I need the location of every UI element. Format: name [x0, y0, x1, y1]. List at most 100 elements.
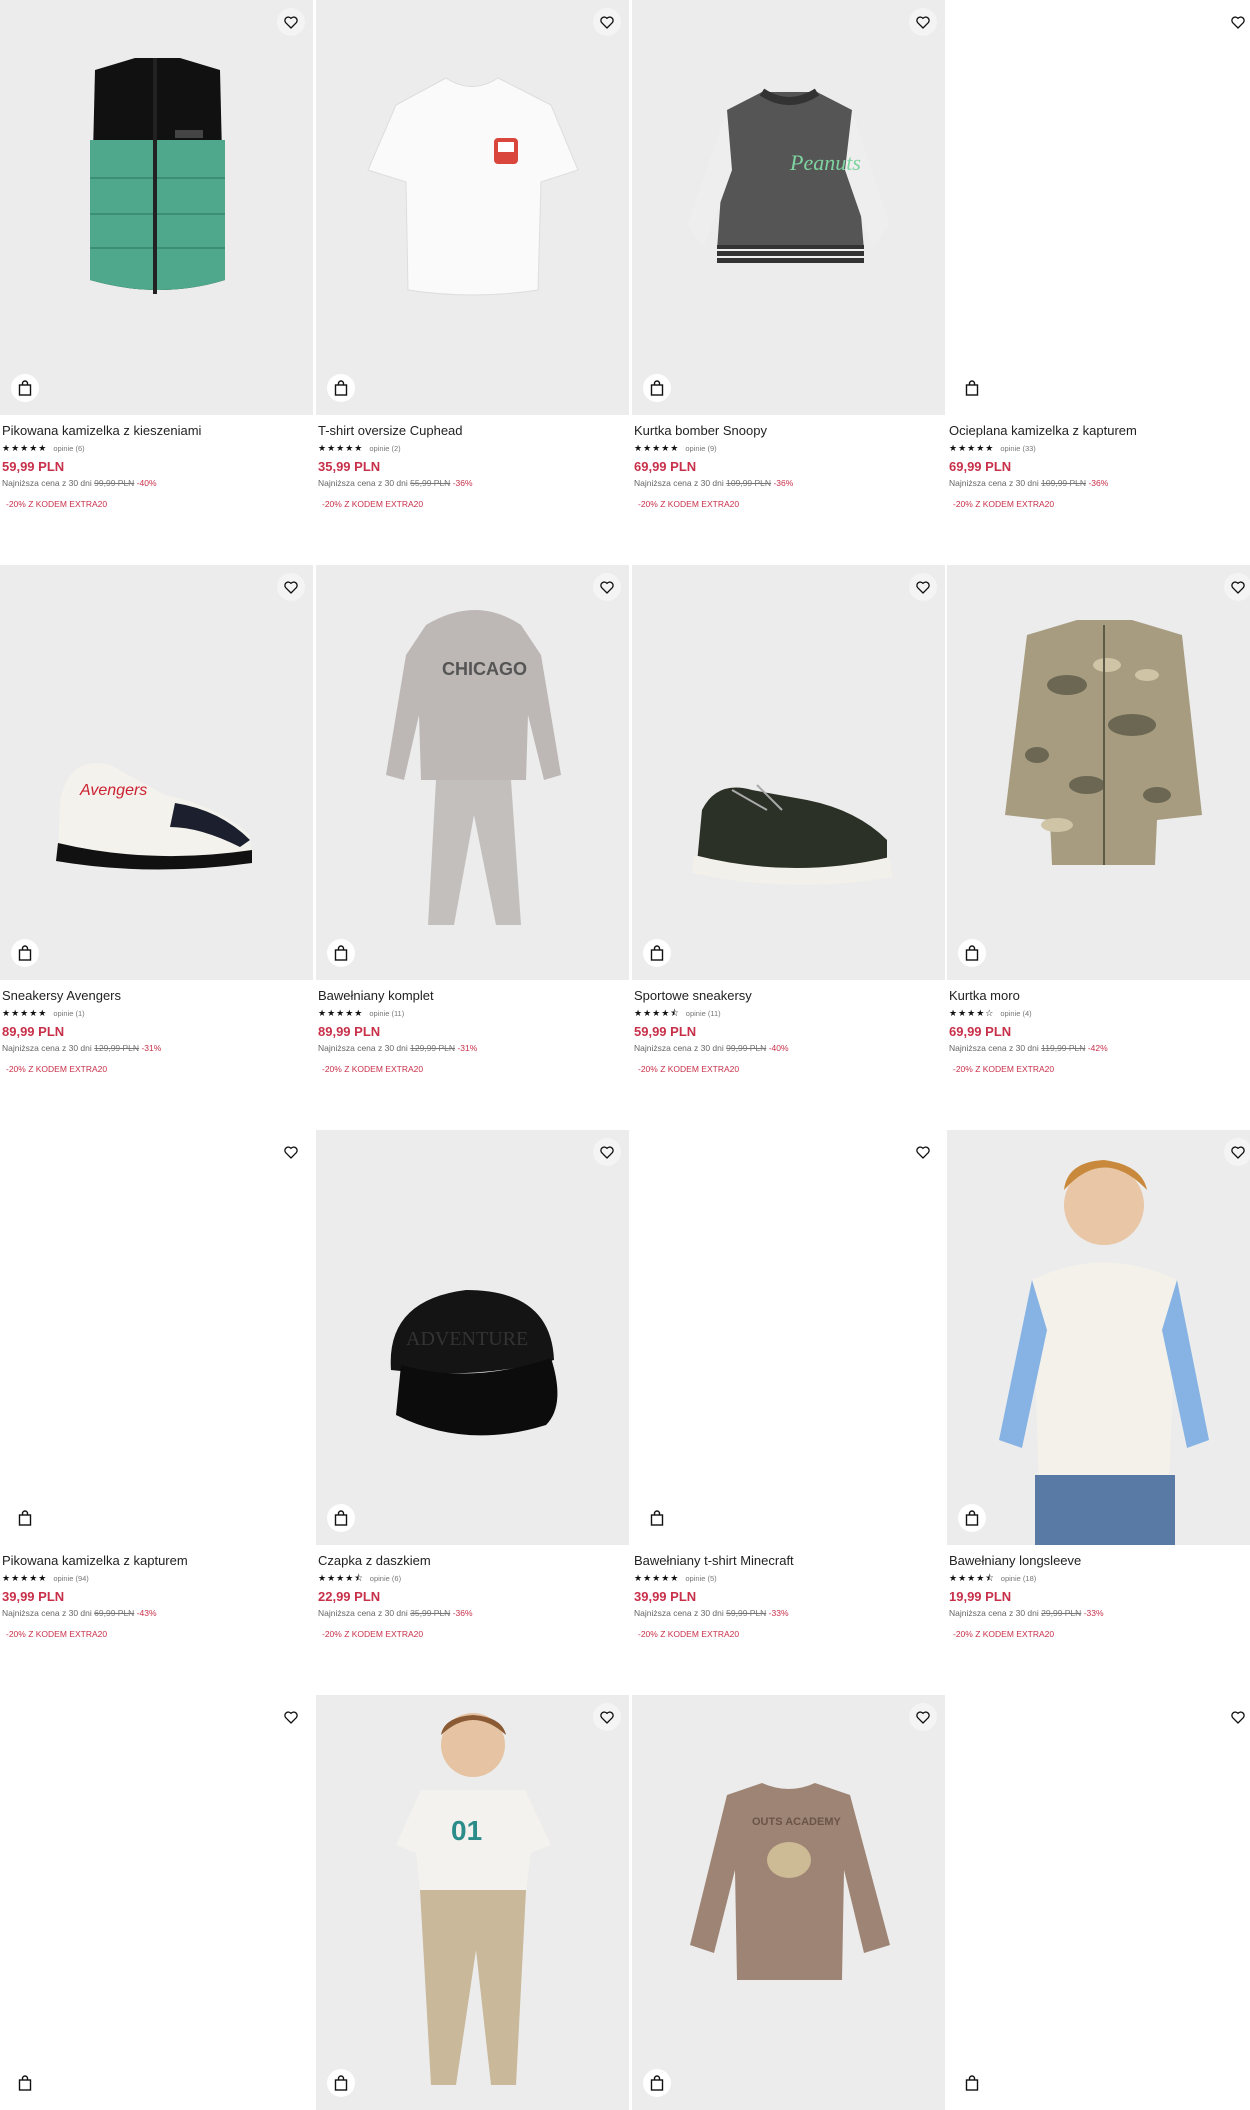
discount-percent: -33% [1083, 1608, 1104, 1618]
add-to-cart-bag-icon[interactable] [958, 1504, 986, 1532]
wishlist-heart-icon[interactable] [593, 1703, 621, 1731]
wishlist-heart-icon[interactable] [593, 8, 621, 36]
wishlist-heart-icon[interactable] [1224, 8, 1250, 36]
product-image[interactable]: OUTS ACADEMY [632, 1695, 945, 2110]
product-card[interactable]: 01 [316, 1695, 629, 2110]
product-card[interactable]: Ocieplana kamizelka z kapturem ★★★★★ opi… [947, 0, 1250, 510]
lowest-price-label: Najniższa cena z 30 dni [634, 1043, 724, 1053]
product-image[interactable] [632, 565, 945, 980]
product-name[interactable]: Sneakersy Avengers [2, 988, 311, 1004]
product-name[interactable]: T-shirt oversize Cuphead [318, 423, 627, 439]
lowest-price-info: Najniższa cena z 30 dni 129,99 PLN -31% [2, 1042, 311, 1054]
wishlist-heart-icon[interactable] [909, 1138, 937, 1166]
wishlist-heart-icon[interactable] [593, 1138, 621, 1166]
product-image[interactable]: Peanuts [632, 0, 945, 415]
product-name[interactable]: Bawełniany longsleeve [949, 1553, 1250, 1569]
add-to-cart-bag-icon[interactable] [11, 374, 39, 402]
product-image[interactable]: 01 [316, 1695, 629, 2110]
product-image[interactable]: ADVENTURE [316, 1130, 629, 1545]
product-name[interactable]: Pikowana kamizelka z kieszeniami [2, 423, 311, 439]
wishlist-heart-icon[interactable] [277, 8, 305, 36]
product-name[interactable]: Bawełniany komplet [318, 988, 627, 1004]
product-card[interactable]: Bawełniany longsleeve ★★★★⯪ opinie (18) … [947, 1130, 1250, 1640]
old-price: 109,99 PLN [726, 478, 772, 488]
product-card[interactable] [0, 1695, 313, 2110]
add-to-cart-bag-icon[interactable] [327, 1504, 355, 1532]
lowest-price-label: Najniższa cena z 30 dni [949, 478, 1039, 488]
add-to-cart-bag-icon[interactable] [643, 374, 671, 402]
add-to-cart-bag-icon[interactable] [327, 374, 355, 402]
product-image[interactable] [947, 1130, 1250, 1545]
reviews-count[interactable]: opinie (18) [1001, 1574, 1036, 1583]
product-image[interactable] [632, 1130, 945, 1545]
add-to-cart-bag-icon[interactable] [958, 374, 986, 402]
wishlist-heart-icon[interactable] [909, 8, 937, 36]
promo-code-badge: -20% Z KODEM EXTRA20 [953, 1064, 1055, 1074]
add-to-cart-bag-icon[interactable] [643, 2069, 671, 2097]
add-to-cart-bag-icon[interactable] [643, 939, 671, 967]
product-card[interactable]: OUTS ACADEMY [632, 1695, 945, 2110]
wishlist-heart-icon[interactable] [593, 573, 621, 601]
wishlist-heart-icon[interactable] [277, 1703, 305, 1731]
wishlist-heart-icon[interactable] [1224, 573, 1250, 601]
wishlist-heart-icon[interactable] [277, 573, 305, 601]
add-to-cart-bag-icon[interactable] [11, 2069, 39, 2097]
reviews-count[interactable]: opinie (11) [369, 1009, 404, 1018]
product-name[interactable]: Czapka z daszkiem [318, 1553, 627, 1569]
product-image[interactable] [316, 0, 629, 415]
product-card[interactable]: T-shirt oversize Cuphead ★★★★★ opinie (2… [316, 0, 629, 510]
product-card[interactable]: CHICAGO Bawełniany komplet ★★★★★ opinie … [316, 565, 629, 1075]
promo-code-badge: -20% Z KODEM EXTRA20 [6, 1629, 108, 1639]
wishlist-heart-icon[interactable] [277, 1138, 305, 1166]
product-card[interactable]: ADVENTURE Czapka z daszkiem ★★★★⯪ opinie… [316, 1130, 629, 1640]
product-image[interactable] [947, 1695, 1250, 2110]
product-card[interactable]: Avengers Sneakersy Avengers ★★★★★ opinie… [0, 565, 313, 1075]
product-name[interactable]: Pikowana kamizelka z kapturem [2, 1553, 311, 1569]
product-image[interactable] [947, 0, 1250, 415]
product-info: Kurtka bomber Snoopy ★★★★★ opinie (9) 69… [632, 415, 945, 510]
product-card[interactable]: Pikowana kamizelka z kapturem ★★★★★ opin… [0, 1130, 313, 1640]
product-name[interactable]: Kurtka moro [949, 988, 1250, 1004]
reviews-count[interactable]: opinie (9) [685, 444, 716, 453]
product-image[interactable] [0, 0, 313, 415]
reviews-count[interactable]: opinie (94) [53, 1574, 88, 1583]
rating-stars: ★★★★★ [318, 443, 364, 453]
product-info: Czapka z daszkiem ★★★★⯪ opinie (6) 22,99… [316, 1545, 629, 1640]
product-image[interactable] [0, 1130, 313, 1545]
reviews-count[interactable]: opinie (6) [370, 1574, 401, 1583]
reviews-count[interactable]: opinie (1) [53, 1009, 84, 1018]
reviews-count[interactable]: opinie (5) [685, 1574, 716, 1583]
lowest-price-info: Najniższa cena z 30 dni 29,99 PLN -33% [949, 1607, 1250, 1619]
wishlist-heart-icon[interactable] [909, 1703, 937, 1731]
product-image[interactable] [0, 1695, 313, 2110]
product-card[interactable]: Bawełniany t-shirt Minecraft ★★★★★ opini… [632, 1130, 945, 1640]
add-to-cart-bag-icon[interactable] [327, 939, 355, 967]
product-card[interactable]: Sportowe sneakersy ★★★★⯪ opinie (11) 59,… [632, 565, 945, 1075]
add-to-cart-bag-icon[interactable] [643, 1504, 671, 1532]
product-card[interactable] [947, 1695, 1250, 2110]
product-image[interactable]: CHICAGO [316, 565, 629, 980]
product-name[interactable]: Kurtka bomber Snoopy [634, 423, 943, 439]
product-name[interactable]: Sportowe sneakersy [634, 988, 943, 1004]
reviews-count[interactable]: opinie (4) [1000, 1009, 1031, 1018]
wishlist-heart-icon[interactable] [909, 573, 937, 601]
add-to-cart-bag-icon[interactable] [11, 1504, 39, 1532]
add-to-cart-bag-icon[interactable] [327, 2069, 355, 2097]
wishlist-heart-icon[interactable] [1224, 1138, 1250, 1166]
product-card[interactable]: Kurtka moro ★★★★☆ opinie (4) 69,99 PLN N… [947, 565, 1250, 1075]
product-card[interactable]: Peanuts Kurtka bomber Snoopy ★★★★★ opini… [632, 0, 945, 510]
product-image[interactable] [947, 565, 1250, 980]
reviews-count[interactable]: opinie (2) [369, 444, 400, 453]
reviews-count[interactable]: opinie (33) [1000, 444, 1035, 453]
reviews-count[interactable]: opinie (6) [53, 444, 84, 453]
wishlist-heart-icon[interactable] [1224, 1703, 1250, 1731]
product-card[interactable]: Pikowana kamizelka z kieszeniami ★★★★★ o… [0, 0, 313, 510]
add-to-cart-bag-icon[interactable] [958, 939, 986, 967]
product-name[interactable]: Bawełniany t-shirt Minecraft [634, 1553, 943, 1569]
reviews-count[interactable]: opinie (11) [686, 1009, 721, 1018]
product-image[interactable]: Avengers [0, 565, 313, 980]
add-to-cart-bag-icon[interactable] [11, 939, 39, 967]
product-name[interactable]: Ocieplana kamizelka z kapturem [949, 423, 1250, 439]
product-info: Sportowe sneakersy ★★★★⯪ opinie (11) 59,… [632, 980, 945, 1075]
add-to-cart-bag-icon[interactable] [958, 2069, 986, 2097]
